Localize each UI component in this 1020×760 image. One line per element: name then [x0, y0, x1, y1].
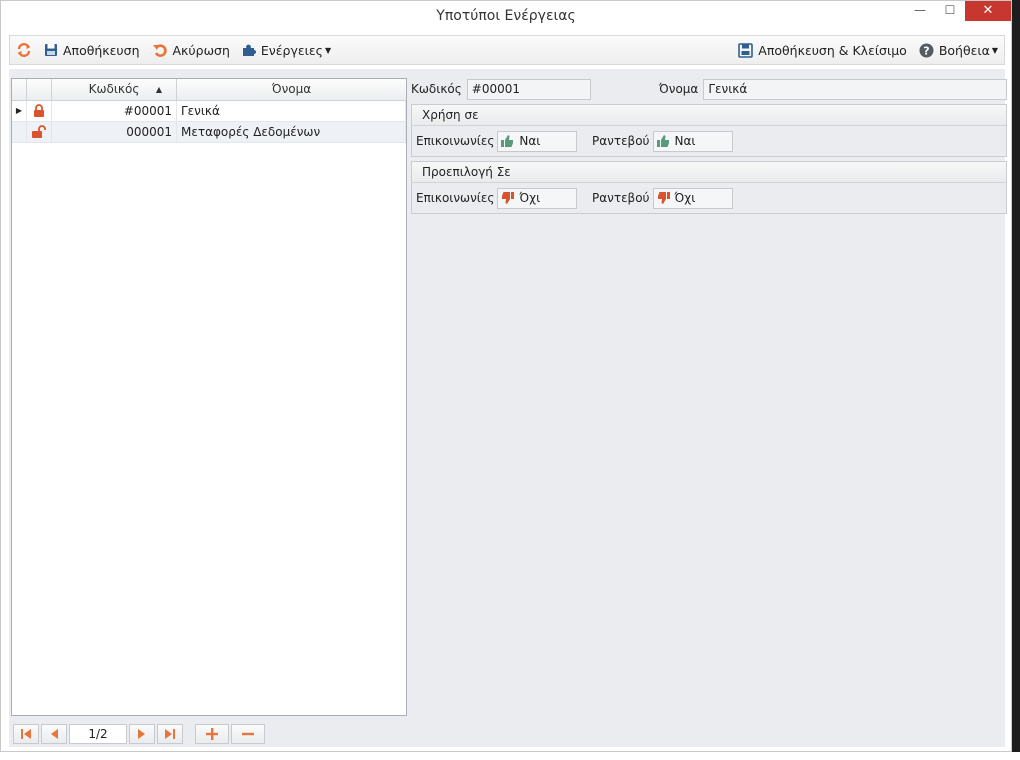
refresh-icon — [17, 43, 31, 57]
undo-icon — [152, 44, 167, 57]
grid-pager: 1/2 — [13, 723, 267, 745]
help-icon: ? — [919, 43, 934, 57]
next-page-button[interactable] — [129, 724, 155, 744]
usage-group: Χρήση σε Επικοινωνίες Ναι Ραντεβού Ναι — [411, 104, 1007, 157]
main-content: Κωδικός ▲ Όνομα ▶ #00001 Γενικά 000001 Μ… — [9, 69, 1008, 747]
window-controls: — ☐ ✕ — [905, 1, 1011, 21]
puzzle-icon — [242, 44, 256, 56]
default-appointments-value: Όχι — [674, 191, 696, 205]
close-button[interactable]: ✕ — [965, 1, 1011, 21]
code-row: Κωδικός #00001 — [411, 78, 591, 100]
grid-header: Κωδικός ▲ Όνομα — [12, 79, 406, 101]
lock-open-icon — [32, 125, 46, 138]
default-communications-value: Όχι — [519, 191, 541, 205]
row-indicator-icon: ▶ — [12, 101, 27, 121]
code-field[interactable]: #00001 — [466, 78, 591, 100]
table-row[interactable]: ▶ #00001 Γενικά — [12, 101, 406, 122]
name-cell: Μεταφορές Δεδομένων — [177, 122, 406, 142]
save-close-button[interactable]: Αποθήκευση & Κλείσιμο — [732, 37, 913, 63]
plus-icon — [206, 728, 218, 740]
minimize-button[interactable]: — — [905, 1, 935, 21]
svg-text:?: ? — [923, 44, 929, 57]
code-cell: 000001 — [52, 122, 177, 142]
save-label: Αποθήκευση — [63, 42, 140, 58]
thumbs-up-icon — [501, 135, 514, 147]
name-label: Όνομα — [659, 82, 699, 96]
title-bar: Υποτύποι Ενέργειας — ☐ ✕ — [1, 1, 1011, 31]
usage-communications-toggle[interactable]: Ναι — [497, 130, 578, 152]
lock-closed-icon — [34, 104, 44, 117]
last-page-icon — [165, 729, 175, 739]
save-close-label: Αποθήκευση & Κλείσιμο — [758, 42, 907, 58]
subtypes-grid: Κωδικός ▲ Όνομα ▶ #00001 Γενικά 000001 Μ… — [11, 78, 407, 716]
code-column-header[interactable]: Κωδικός ▲ — [52, 79, 177, 100]
thumbs-up-icon — [656, 135, 669, 147]
chevron-down-icon: ▼ — [324, 45, 332, 55]
minus-icon — [242, 732, 254, 736]
next-page-icon — [138, 729, 145, 739]
thumbs-down-icon — [657, 192, 670, 204]
icon-header — [27, 79, 52, 100]
code-header-label: Κωδικός — [88, 82, 140, 96]
name-header-label: Όνομα — [271, 82, 312, 96]
usage-appointments-row: Ραντεβού Ναι — [592, 130, 733, 152]
save-close-icon — [738, 42, 754, 58]
page-indicator[interactable]: 1/2 — [69, 724, 127, 744]
actions-dropdown-button[interactable]: Ενέργειες ▼ — [236, 37, 337, 63]
help-label: Βοήθεια — [938, 42, 990, 58]
row-icon-cell — [27, 101, 52, 121]
default-communications-toggle[interactable]: Όχι — [497, 187, 578, 209]
actions-label: Ενέργειες — [260, 42, 323, 58]
sort-ascending-icon: ▲ — [155, 85, 162, 94]
usage-communications-row: Επικοινωνίες Ναι — [416, 130, 578, 152]
name-column-header[interactable]: Όνομα — [177, 79, 406, 100]
first-page-button[interactable] — [13, 724, 39, 744]
cancel-button[interactable]: Ακύρωση — [146, 37, 236, 63]
name-cell: Γενικά — [177, 101, 406, 121]
default-communications-row: Επικοινωνίες Όχι — [416, 187, 578, 209]
remove-record-button[interactable] — [231, 724, 265, 744]
code-label: Κωδικός — [411, 82, 462, 96]
usage-appointments-value: Ναι — [674, 134, 696, 148]
default-appointments-row: Ραντεβού Όχι — [592, 187, 733, 209]
usage-appointments-toggle[interactable]: Ναι — [652, 130, 733, 152]
help-dropdown-button[interactable]: ? Βοήθεια ▼ — [913, 37, 1004, 63]
app-window: Υποτύποι Ενέργειας — ☐ ✕ Αποθήκευση Ακύρ… — [0, 0, 1012, 752]
last-page-button[interactable] — [157, 724, 183, 744]
usage-appointments-label: Ραντεβού — [592, 134, 650, 148]
default-communications-label: Επικοινωνίες — [416, 191, 495, 205]
background-taskbar — [0, 752, 1020, 760]
usage-group-title: Χρήση σε — [412, 105, 1006, 126]
row-indicator-cell — [12, 122, 27, 142]
usage-group-body: Επικοινωνίες Ναι Ραντεβού Ναι — [412, 126, 1006, 156]
first-page-icon — [21, 729, 31, 739]
default-group: Προεπιλογή Σε Επικοινωνίες Όχι Ραντεβού … — [411, 161, 1007, 214]
name-field[interactable]: Γενικά — [703, 78, 1008, 100]
table-row[interactable]: 000001 Μεταφορές Δεδομένων — [12, 122, 406, 143]
usage-communications-label: Επικοινωνίες — [416, 134, 495, 148]
window-title: Υποτύποι Ενέργειας — [436, 8, 576, 24]
chevron-down-icon: ▼ — [991, 45, 998, 55]
floppy-disk-icon — [45, 44, 57, 56]
code-cell: #00001 — [52, 101, 177, 121]
default-appointments-label: Ραντεβού — [592, 191, 650, 205]
default-group-body: Επικοινωνίες Όχι Ραντεβού Όχι — [412, 183, 1006, 213]
usage-communications-value: Ναι — [519, 134, 541, 148]
previous-page-button[interactable] — [41, 724, 67, 744]
row-icon-cell — [27, 122, 52, 142]
default-appointments-toggle[interactable]: Όχι — [652, 187, 733, 209]
previous-page-icon — [51, 729, 58, 739]
save-button[interactable]: Αποθήκευση — [38, 37, 146, 63]
cancel-label: Ακύρωση — [172, 42, 230, 58]
default-group-title: Προεπιλογή Σε — [412, 162, 1006, 183]
name-row: Όνομα Γενικά — [659, 78, 1008, 100]
indicator-header — [12, 79, 27, 100]
refresh-button[interactable] — [10, 37, 38, 63]
maximize-button[interactable]: ☐ — [935, 1, 965, 21]
add-record-button[interactable] — [195, 724, 229, 744]
toolbar: Αποθήκευση Ακύρωση Ενέργειες ▼ Αποθήκευσ… — [9, 35, 1005, 65]
thumbs-down-icon — [502, 192, 515, 204]
